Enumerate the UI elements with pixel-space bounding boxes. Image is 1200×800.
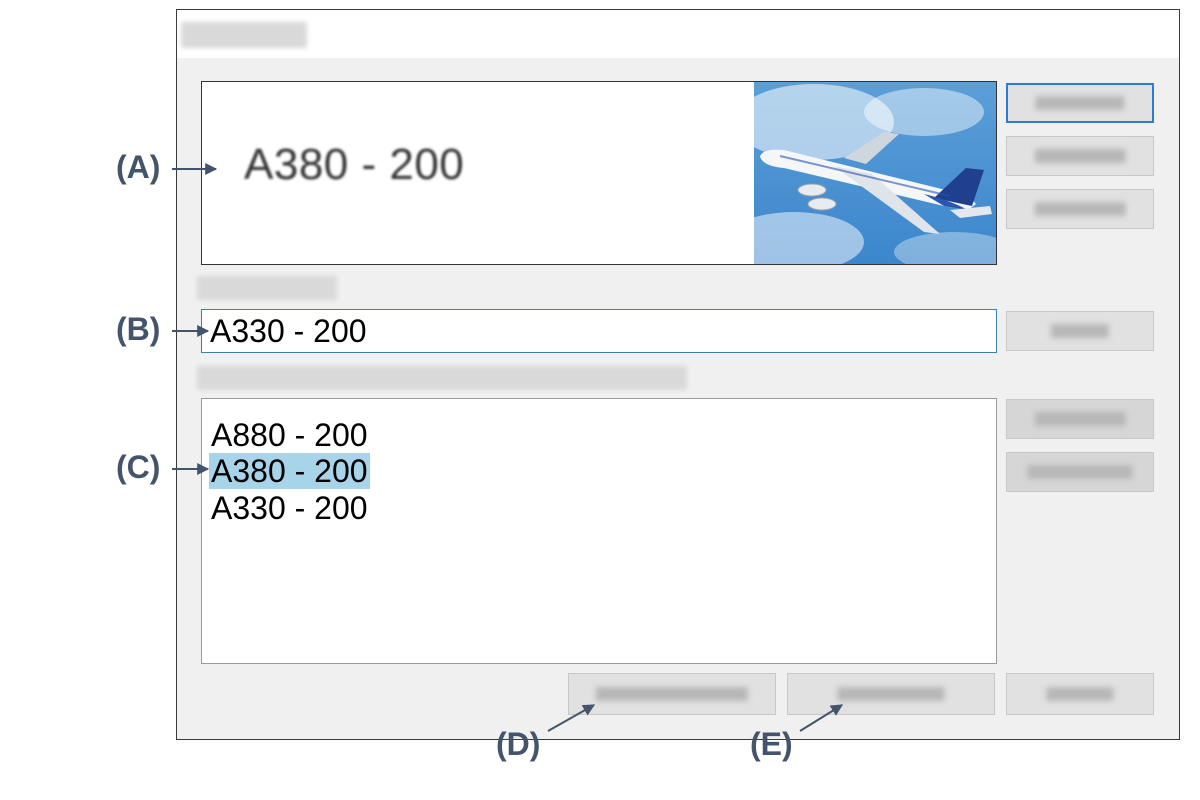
- callout-d-arrow: [547, 704, 596, 732]
- callout-a: (A): [116, 149, 161, 185]
- callout-arrows: [172, 163, 844, 732]
- callout-d: (D): [496, 726, 541, 762]
- callout-e-arrow: [799, 704, 844, 732]
- callout-c: (C): [116, 449, 161, 485]
- callout-e: (E): [750, 726, 793, 762]
- callout-b: (B): [116, 311, 161, 347]
